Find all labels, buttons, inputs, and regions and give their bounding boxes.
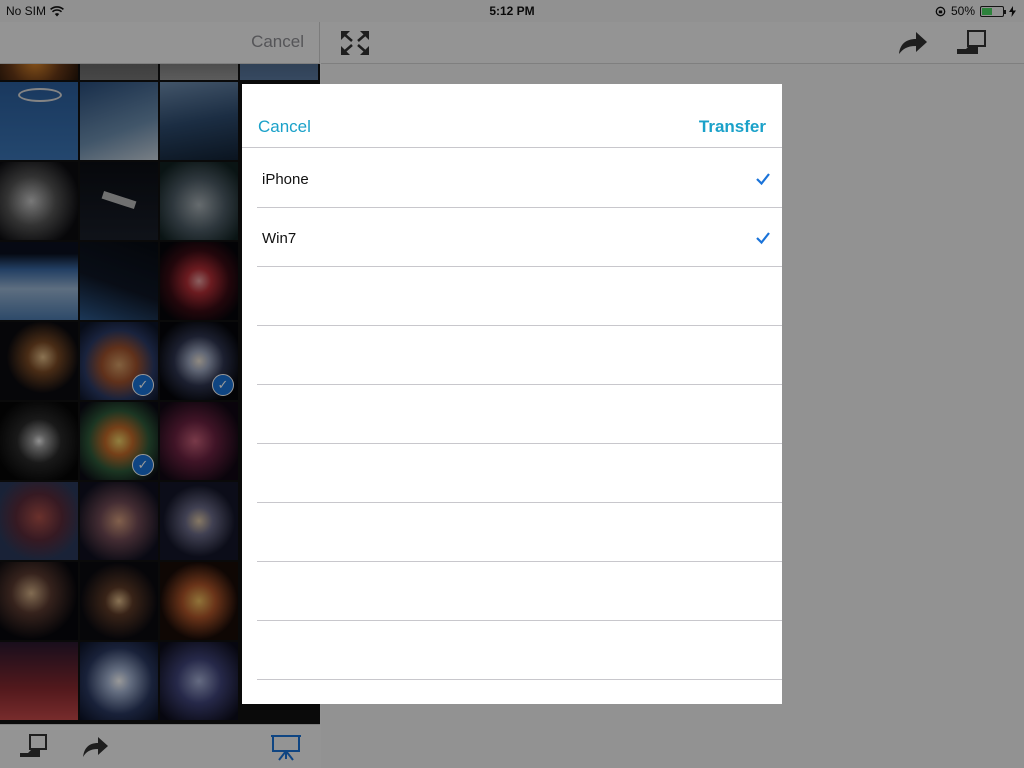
device-name: iPhone bbox=[262, 171, 309, 188]
device-list: iPhone Win7 bbox=[242, 149, 782, 680]
empty-row bbox=[257, 444, 782, 503]
device-row-iphone[interactable]: iPhone bbox=[257, 149, 782, 208]
popover-header: Cancel Transfer bbox=[242, 84, 782, 148]
transfer-popover: Cancel Transfer iPhone Win7 bbox=[242, 84, 782, 704]
empty-row bbox=[257, 621, 782, 680]
device-name: Win7 bbox=[262, 230, 297, 247]
transfer-button[interactable]: Transfer bbox=[699, 117, 766, 137]
empty-row bbox=[257, 503, 782, 562]
empty-row bbox=[257, 385, 782, 444]
popover-cancel-button[interactable]: Cancel bbox=[258, 117, 311, 137]
empty-row bbox=[257, 267, 782, 326]
checkmark-icon bbox=[756, 173, 770, 186]
empty-row bbox=[257, 562, 782, 621]
checkmark-icon bbox=[756, 232, 770, 245]
empty-row bbox=[257, 326, 782, 385]
device-row-win7[interactable]: Win7 bbox=[257, 208, 782, 267]
